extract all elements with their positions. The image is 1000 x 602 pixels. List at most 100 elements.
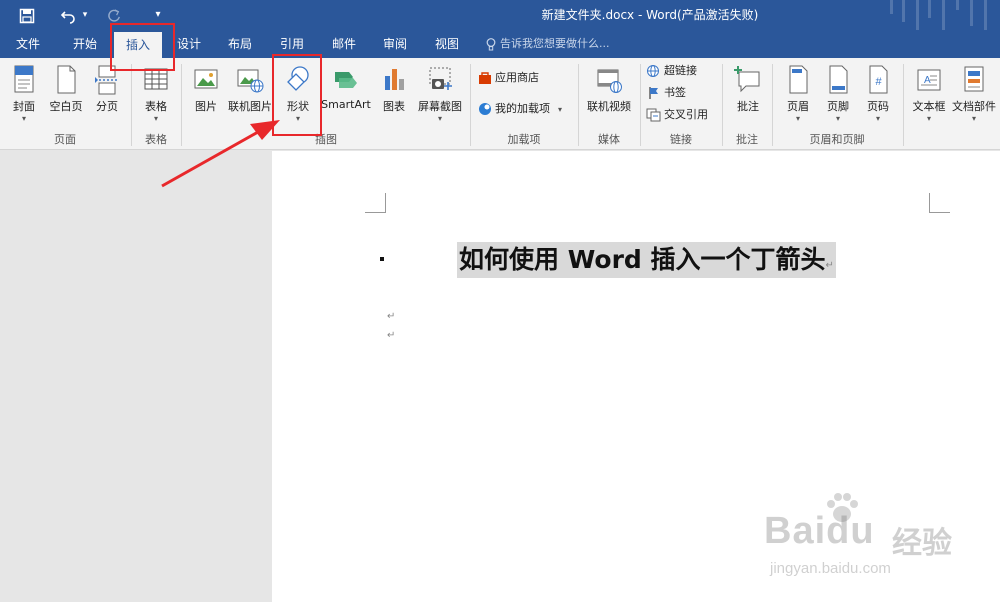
page-number-button[interactable]: # 页码 ▾	[860, 62, 896, 132]
paragraph-mark: ↵	[387, 330, 396, 341]
header-icon	[789, 65, 808, 94]
paragraph-mark: ↵	[825, 260, 834, 271]
watermark-brand-cn: 经验	[892, 526, 952, 561]
cross-reference-label: 交叉引用	[664, 108, 708, 121]
window-title: 新建文件夹.docx - Word(产品激活失败)	[541, 8, 759, 22]
page-number-label: 页码	[867, 100, 889, 113]
screenshot-button[interactable]: 屏幕截图 ▾	[414, 62, 466, 132]
customize-qat-icon[interactable]: ▾	[150, 3, 166, 27]
cover-page-dropdown-icon: ▾	[21, 114, 26, 123]
page-break-button[interactable]: 分页	[90, 62, 124, 132]
redo-button[interactable]	[104, 3, 124, 27]
tab-home[interactable]: 开始	[62, 30, 108, 58]
link-icon	[647, 65, 659, 77]
table-icon	[144, 68, 168, 90]
screenshot-dropdown-icon: ▾	[437, 114, 442, 123]
store-label: 应用商店	[495, 71, 539, 84]
tab-review[interactable]: 审阅	[372, 30, 418, 58]
cover-page-icon	[14, 65, 34, 93]
tab-file[interactable]: 文件	[6, 30, 50, 58]
online-picture-icon	[237, 69, 264, 93]
quick-parts-button[interactable]: 文档部件 ▾	[950, 62, 998, 132]
shapes-button[interactable]: 形状 ▾	[280, 62, 316, 132]
tab-design[interactable]: 设计	[168, 30, 210, 58]
shapes-dropdown-icon: ▾	[295, 114, 300, 123]
online-video-button[interactable]: 联机视频	[583, 62, 635, 132]
store-icon	[479, 72, 491, 84]
new-comment-button[interactable]: 批注	[728, 62, 768, 132]
text-box-label: 文本框	[912, 100, 946, 113]
online-video-label: 联机视频	[587, 100, 631, 113]
page-number-icon: #	[869, 65, 888, 94]
tab-view[interactable]: 视图	[424, 30, 470, 58]
tell-me-text: 告诉我您想要做什么...	[500, 37, 610, 50]
my-addins-button[interactable]: 我的加载项 ▾	[478, 99, 562, 119]
cross-reference-icon	[646, 108, 661, 122]
bookmark-button[interactable]: 书签	[646, 83, 686, 103]
footer-label: 页脚	[827, 100, 849, 113]
online-picture-label: 联机图片	[228, 100, 272, 113]
quick-parts-icon	[964, 66, 984, 92]
group-label-media: 媒体	[598, 133, 620, 146]
table-button[interactable]: 表格 ▾	[138, 62, 174, 132]
text-box-dropdown-icon: ▾	[926, 114, 931, 123]
hyperlink-button[interactable]: 超链接	[646, 61, 697, 81]
group-label-pages: 页面	[54, 133, 76, 146]
tab-layout[interactable]: 布局	[218, 30, 262, 58]
document-heading-text: 如何使用 Word 插入一个丁箭头	[459, 245, 826, 274]
text-box-button[interactable]: A 文本框 ▾	[908, 62, 950, 132]
page-number-dropdown-icon: ▾	[875, 114, 880, 123]
document-heading[interactable]: 如何使用 Word 插入一个丁箭头↵	[457, 242, 836, 278]
cover-page-button[interactable]: 封面 ▾	[6, 62, 42, 132]
tab-mailings[interactable]: 邮件	[322, 30, 366, 58]
screenshot-icon	[429, 67, 452, 90]
shapes-icon	[287, 66, 309, 91]
screenshot-label: 屏幕截图	[418, 100, 462, 113]
group-label-illustrations: 插图	[315, 133, 337, 146]
save-button[interactable]	[16, 3, 38, 27]
undo-button[interactable]	[58, 3, 78, 27]
smartart-label: SmartArt	[321, 98, 371, 111]
page-break-label: 分页	[96, 100, 118, 113]
quick-parts-label: 文档部件	[952, 100, 996, 113]
my-addins-label: 我的加载项	[495, 102, 550, 115]
svg-text:A: A	[924, 75, 931, 86]
smartart-button[interactable]: SmartArt	[320, 62, 372, 132]
table-dropdown-icon: ▾	[153, 114, 158, 123]
group-label-comments: 批注	[736, 133, 758, 146]
quick-parts-dropdown-icon: ▾	[971, 114, 976, 123]
store-button[interactable]: 应用商店	[478, 68, 539, 88]
comment-icon	[734, 66, 760, 93]
ribbon-tabs: 文件 开始 插入 设计 布局 引用 邮件 审阅 视图 告诉我您想要做什么...	[0, 30, 1000, 58]
shapes-label: 形状	[287, 100, 309, 113]
redo-icon	[108, 8, 120, 22]
group-label-links: 链接	[670, 133, 692, 146]
blank-page-icon	[57, 65, 76, 94]
footer-dropdown-icon: ▾	[835, 114, 840, 123]
header-dropdown-icon: ▾	[795, 114, 800, 123]
cross-reference-button[interactable]: 交叉引用	[646, 105, 708, 125]
tab-references[interactable]: 引用	[270, 30, 314, 58]
group-label-tables: 表格	[145, 133, 167, 146]
group-label-header-footer: 页眉和页脚	[809, 133, 865, 146]
chart-label: 图表	[383, 100, 405, 113]
blank-page-label: 空白页	[49, 100, 83, 113]
header-button[interactable]: 页眉 ▾	[780, 62, 816, 132]
group-separator	[903, 64, 904, 146]
cover-page-label: 封面	[13, 100, 35, 113]
table-label: 表格	[145, 100, 167, 113]
footer-button[interactable]: 页脚 ▾	[820, 62, 856, 132]
smartart-icon	[335, 72, 357, 88]
blank-page-button[interactable]: 空白页	[46, 62, 86, 132]
undo-dropdown-icon[interactable]: ▾	[80, 3, 90, 27]
tell-me-box[interactable]: 告诉我您想要做什么...	[486, 30, 610, 58]
online-picture-button[interactable]: 联机图片	[226, 62, 274, 132]
chart-button[interactable]: 图表	[376, 62, 412, 132]
bookmark-label: 书签	[664, 86, 686, 99]
group-label-addins: 加载项	[507, 133, 541, 146]
picture-button[interactable]: 图片	[188, 62, 224, 132]
bookmark-icon	[649, 87, 658, 99]
my-addins-dropdown-icon: ▾	[558, 105, 563, 114]
title-bar: ▾ ▾ 新建文件夹.docx - Word(产品激活失败)	[0, 0, 1000, 30]
tab-insert[interactable]: 插入	[114, 32, 162, 58]
